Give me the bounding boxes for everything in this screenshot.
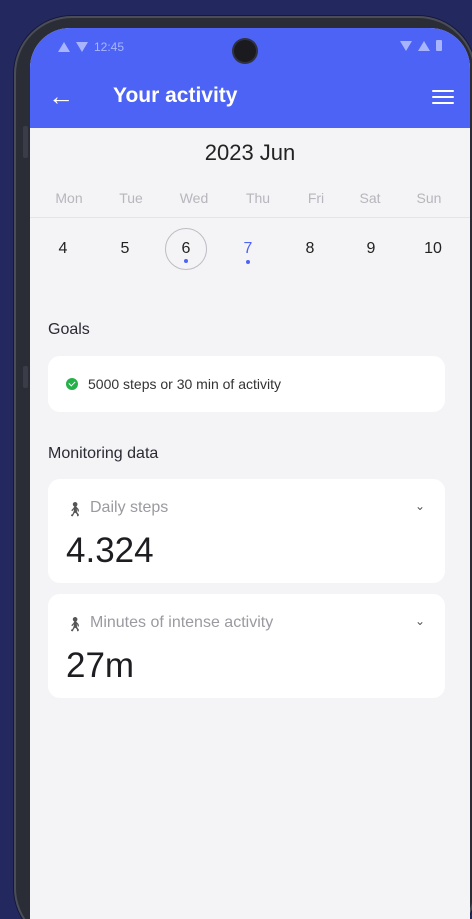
side-button [23, 126, 28, 158]
hamburger-menu-icon [432, 90, 454, 92]
day-8[interactable]: 8 [290, 240, 330, 258]
day-row: 4 5 6 7 8 9 10 [30, 228, 470, 278]
weekday-label: Tue [119, 190, 143, 206]
goals-heading: Goals [48, 321, 90, 338]
signal-icon [418, 40, 430, 51]
goal-text: 5000 steps or 30 min of activity [88, 376, 281, 392]
day-5[interactable]: 5 [105, 240, 145, 258]
signal-icon [58, 42, 70, 52]
goal-card: 5000 steps or 30 min of activity [48, 356, 445, 412]
day-6-selected[interactable]: 6 [165, 228, 207, 270]
day-4[interactable]: 4 [43, 240, 83, 258]
hamburger-menu-icon [432, 102, 454, 104]
weekday-label: Sun [416, 190, 442, 206]
side-button [23, 366, 28, 388]
app-bar: 12:45 ← Your activity [30, 28, 470, 128]
activity-dot [184, 259, 188, 263]
wifi-icon [400, 40, 412, 51]
weekday-label: Fri [307, 190, 325, 206]
calendar-month: 2023 Jun [204, 140, 296, 165]
day-7[interactable]: 7 [228, 240, 268, 258]
back-button[interactable]: ← [48, 81, 78, 112]
intense-activity-card[interactable]: 🚶︎ Minutes of intense activity ⌄ 27m [48, 594, 445, 698]
weekday-label: Wed [179, 190, 209, 206]
day-10[interactable]: 10 [413, 240, 453, 258]
front-camera [234, 40, 256, 62]
walking-person-icon: 🚶︎ [66, 501, 84, 517]
weekday-label: Sat [359, 190, 381, 206]
weekday-label: Thu [245, 190, 271, 206]
walking-person-icon: 🚶︎ [66, 616, 84, 632]
metric-value: 4.324 [66, 531, 154, 570]
chevron-down-icon[interactable]: ⌄ [413, 499, 427, 513]
weekday-row: Mon Tue Wed Thu Fri Sat Sun [30, 188, 470, 218]
page-title: Your activity [113, 84, 238, 107]
metric-label: Daily steps [90, 499, 169, 516]
chevron-down-icon[interactable]: ⌄ [413, 614, 427, 628]
metric-value: 27m [66, 646, 135, 685]
app-screen: 12:45 ← Your activity 2023 Jun Mon Tue W… [30, 28, 470, 919]
daily-steps-card[interactable]: 🚶︎ Daily steps ⌄ 4.324 [48, 479, 445, 583]
menu-button[interactable] [432, 88, 454, 106]
hamburger-menu-icon [432, 96, 454, 98]
metric-label: Minutes of intense activity [90, 614, 274, 631]
arrow-left-icon: ← [48, 81, 74, 111]
check-circle-icon [66, 378, 78, 390]
weekday-label: Mon [55, 190, 83, 206]
status-time: 12:45 [94, 40, 125, 54]
day-9[interactable]: 9 [351, 240, 391, 258]
activity-dot [246, 260, 250, 264]
battery-icon [436, 40, 442, 51]
monitoring-heading: Monitoring data [48, 445, 159, 462]
wifi-icon [76, 42, 88, 52]
